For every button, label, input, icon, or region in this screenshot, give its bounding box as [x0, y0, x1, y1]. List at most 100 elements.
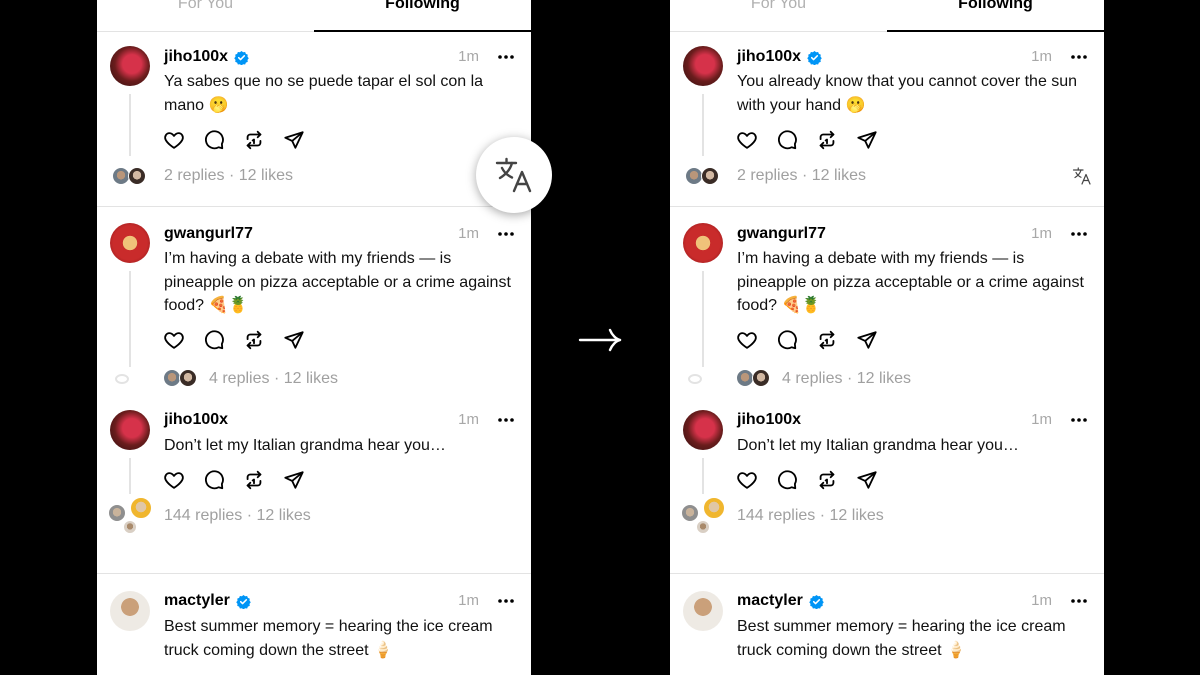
more-icon[interactable]: [497, 410, 515, 430]
repost-icon[interactable]: [243, 469, 265, 491]
replier-avatar: [752, 369, 770, 387]
more-icon[interactable]: [497, 47, 515, 67]
likes-count[interactable]: 12 likes: [812, 167, 866, 184]
post-time: 1m: [1031, 225, 1052, 242]
comment-icon[interactable]: [776, 469, 798, 491]
translate-icon[interactable]: [1072, 166, 1092, 186]
avatar[interactable]: [683, 223, 723, 263]
post-text: Don’t let my Italian grandma hear you…: [164, 437, 446, 454]
username[interactable]: gwangurl77: [164, 224, 253, 244]
avatar[interactable]: [683, 46, 723, 86]
post-actions: [163, 329, 305, 351]
avatar[interactable]: [110, 46, 150, 86]
more-icon[interactable]: [1070, 591, 1088, 611]
threads-feed-original: For You Following jiho100x 1m Ya sabes q…: [97, 0, 531, 675]
heart-icon[interactable]: [736, 329, 758, 351]
repost-icon[interactable]: [816, 329, 838, 351]
post-time: 1m: [458, 411, 479, 428]
heart-icon[interactable]: [163, 129, 185, 151]
share-icon[interactable]: [856, 469, 878, 491]
tab-following[interactable]: Following: [887, 0, 1104, 14]
repost-icon[interactable]: [243, 129, 265, 151]
avatar[interactable]: [110, 591, 150, 631]
likes-count[interactable]: 12 likes: [857, 370, 911, 387]
heart-icon[interactable]: [736, 469, 758, 491]
thread-line: [702, 271, 704, 367]
replies-count[interactable]: 2 replies: [164, 167, 224, 184]
translate-button[interactable]: [476, 137, 552, 213]
username[interactable]: mactyler: [164, 591, 230, 611]
post-actions: [736, 129, 878, 151]
likes-count[interactable]: 12 likes: [284, 370, 338, 387]
heart-icon[interactable]: [736, 129, 758, 151]
more-icon[interactable]: [1070, 224, 1088, 244]
share-icon[interactable]: [283, 129, 305, 151]
post-text: I’m having a debate with my friends — is…: [164, 250, 511, 314]
more-icon[interactable]: [1070, 47, 1088, 67]
username[interactable]: gwangurl77: [737, 224, 826, 244]
share-icon[interactable]: [856, 329, 878, 351]
comment-icon[interactable]: [203, 329, 225, 351]
likes-count[interactable]: 12 likes: [239, 167, 293, 184]
post-time: 1m: [458, 48, 479, 65]
divider: [97, 573, 531, 574]
thread-line: [702, 458, 704, 494]
replier-avatar: [108, 504, 126, 522]
replies-count[interactable]: 2 replies: [737, 167, 797, 184]
username[interactable]: jiho100x: [737, 47, 801, 67]
avatar[interactable]: [683, 591, 723, 631]
active-tab-indicator: [887, 30, 1104, 32]
translate-icon: [494, 155, 534, 195]
post-time: 1m: [458, 592, 479, 609]
divider: [97, 206, 531, 207]
tab-for-you[interactable]: For You: [670, 0, 887, 14]
username[interactable]: jiho100x: [164, 47, 228, 67]
replies-count[interactable]: 4 replies: [209, 370, 269, 387]
avatar[interactable]: [110, 410, 150, 450]
meta-separator: ·: [819, 507, 826, 524]
tab-for-you[interactable]: For You: [97, 0, 314, 14]
share-icon[interactable]: [283, 329, 305, 351]
username[interactable]: jiho100x: [737, 410, 801, 430]
meta-separator: ·: [246, 507, 253, 524]
share-icon[interactable]: [856, 129, 878, 151]
likes-count[interactable]: 12 likes: [830, 507, 884, 524]
meta-separator: ·: [846, 370, 853, 387]
heart-icon[interactable]: [163, 469, 185, 491]
avatar[interactable]: [110, 223, 150, 263]
more-icon[interactable]: [497, 591, 515, 611]
likes-count[interactable]: 12 likes: [257, 507, 311, 524]
replies-count[interactable]: 144 replies: [737, 507, 815, 524]
thread-line: [129, 458, 131, 494]
replier-avatar: [123, 520, 137, 534]
more-icon[interactable]: [1070, 410, 1088, 430]
replies-count[interactable]: 4 replies: [782, 370, 842, 387]
avatar[interactable]: [683, 410, 723, 450]
replier-avatar: [179, 369, 197, 387]
post-text: I’m having a debate with my friends — is…: [737, 250, 1084, 314]
repost-icon[interactable]: [816, 129, 838, 151]
replier-avatar: [701, 167, 719, 185]
share-icon[interactable]: [283, 469, 305, 491]
repost-icon[interactable]: [816, 469, 838, 491]
username[interactable]: mactyler: [737, 591, 803, 611]
repost-icon[interactable]: [243, 329, 265, 351]
heart-icon[interactable]: [163, 329, 185, 351]
comment-icon[interactable]: [203, 129, 225, 151]
more-icon[interactable]: [497, 224, 515, 244]
comment-icon[interactable]: [776, 129, 798, 151]
threads-feed-translated: For You Following jiho100x 1m You alread…: [670, 0, 1104, 675]
post-actions: [736, 469, 878, 491]
verified-badge-icon: [234, 50, 249, 65]
replies-count[interactable]: 144 replies: [164, 507, 242, 524]
post-time: 1m: [1031, 48, 1052, 65]
tab-following[interactable]: Following: [314, 0, 531, 14]
comment-icon[interactable]: [203, 469, 225, 491]
comment-icon[interactable]: [776, 329, 798, 351]
replier-avatar: [128, 167, 146, 185]
thread-loop: [688, 374, 702, 384]
replier-avatar: [130, 497, 152, 519]
post-time: 1m: [1031, 411, 1052, 428]
feed-tabs: For You Following: [670, 0, 1104, 32]
username[interactable]: jiho100x: [164, 410, 228, 430]
